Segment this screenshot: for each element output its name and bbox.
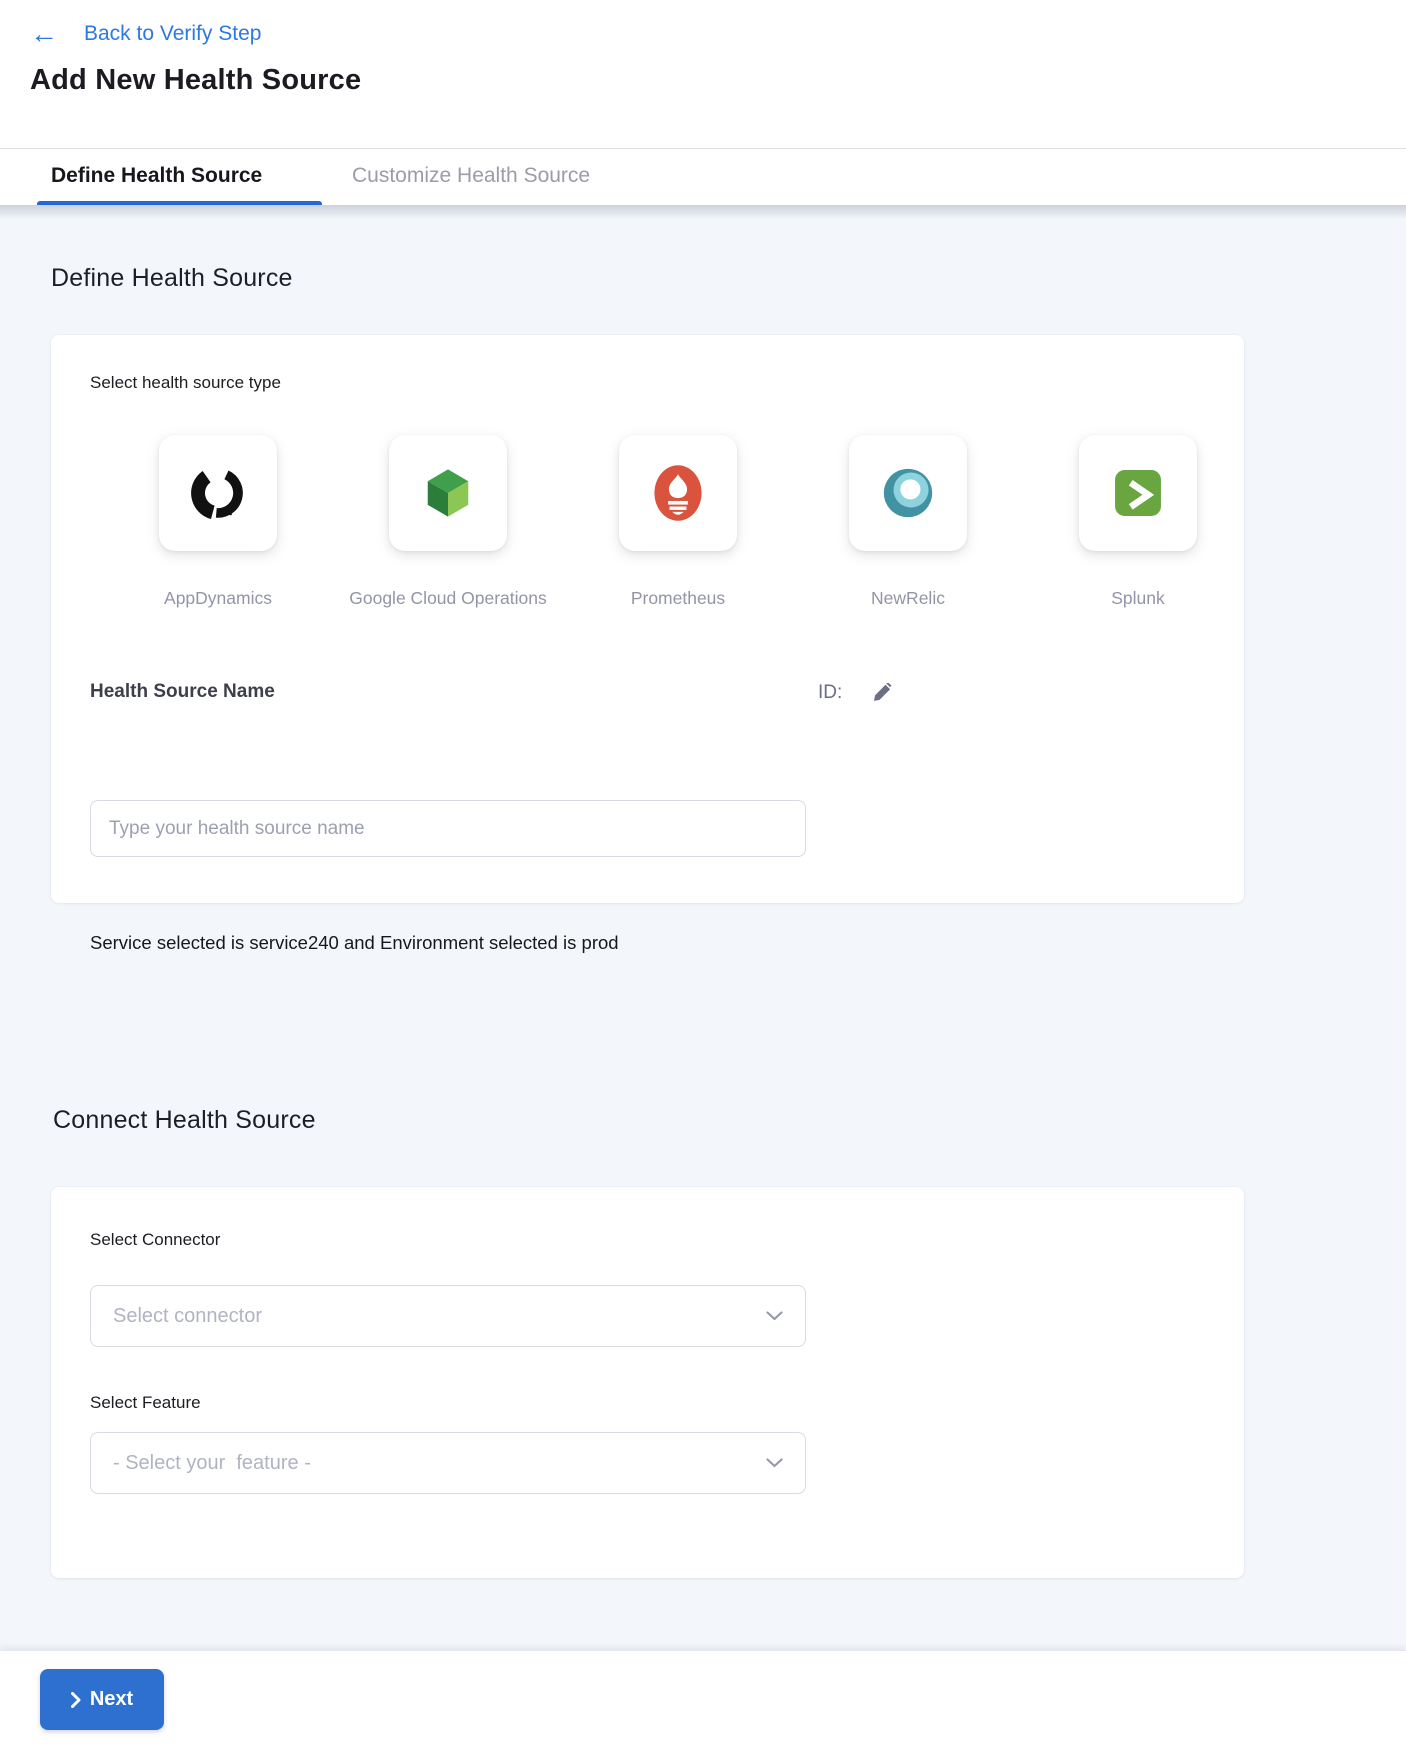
- connect-section-heading: Connect Health Source: [53, 1106, 316, 1135]
- select-feature-label: Select Feature: [90, 1393, 201, 1413]
- prometheus-icon: [649, 464, 707, 522]
- source-type-label: Splunk: [1008, 588, 1268, 609]
- footer-bar: Next: [0, 1650, 1406, 1744]
- tab-define-health-source[interactable]: Define Health Source: [51, 164, 262, 188]
- source-type-label: AppDynamics: [88, 588, 348, 609]
- define-health-source-card: Select health source type: [51, 335, 1244, 903]
- back-arrow-icon: ←: [30, 20, 58, 48]
- source-type-newrelic[interactable]: [849, 435, 967, 551]
- source-type-splunk[interactable]: [1079, 435, 1197, 551]
- chevron-right-icon: [71, 1692, 81, 1708]
- next-button-label: Next: [90, 1688, 133, 1711]
- feature-select-value: - Select your feature -: [113, 1452, 311, 1475]
- source-type-prometheus[interactable]: [619, 435, 737, 551]
- select-source-type-label: Select health source type: [90, 373, 281, 393]
- connect-health-source-card: Select Connector Select connector Select…: [51, 1187, 1244, 1578]
- header: ← Back to Verify Step Add New Health Sou…: [0, 0, 1406, 148]
- source-type-google-cloud-operations[interactable]: [389, 435, 507, 551]
- source-type-label: Google Cloud Operations: [318, 588, 578, 609]
- newrelic-icon: [879, 464, 937, 522]
- define-section-heading: Define Health Source: [51, 264, 293, 293]
- page-title: Add New Health Source: [30, 64, 361, 97]
- google-cloud-operations-icon: [421, 466, 475, 520]
- pencil-icon: [872, 682, 894, 704]
- source-type-label: Prometheus: [548, 588, 808, 609]
- tab-bar: Define Health Source Customize Health So…: [0, 148, 1406, 205]
- feature-select[interactable]: - Select your feature -: [90, 1432, 806, 1494]
- back-link[interactable]: ← Back to Verify Step: [30, 20, 261, 48]
- active-tab-underline: [37, 201, 322, 205]
- next-button[interactable]: Next: [40, 1669, 164, 1730]
- edit-id-button[interactable]: [872, 682, 894, 704]
- connector-select[interactable]: Select connector: [90, 1285, 806, 1347]
- id-label: ID:: [818, 682, 842, 704]
- service-environment-text: Service selected is service240 and Envir…: [90, 932, 619, 954]
- select-connector-label: Select Connector: [90, 1230, 220, 1250]
- source-type-label: NewRelic: [778, 588, 1038, 609]
- splunk-icon: [1109, 464, 1167, 522]
- chevron-down-icon: [766, 1311, 783, 1321]
- connector-select-value: Select connector: [113, 1305, 262, 1328]
- appdynamics-icon: [189, 464, 247, 522]
- source-type-appdynamics[interactable]: [159, 435, 277, 551]
- add-new-health-source-panel: ← Back to Verify Step Add New Health Sou…: [0, 0, 1406, 1744]
- back-link-label: Back to Verify Step: [84, 20, 261, 48]
- tab-customize-health-source[interactable]: Customize Health Source: [352, 164, 590, 188]
- health-source-name-input[interactable]: [90, 800, 806, 857]
- chevron-down-icon: [766, 1458, 783, 1468]
- health-source-name-label: Health Source Name: [90, 681, 275, 703]
